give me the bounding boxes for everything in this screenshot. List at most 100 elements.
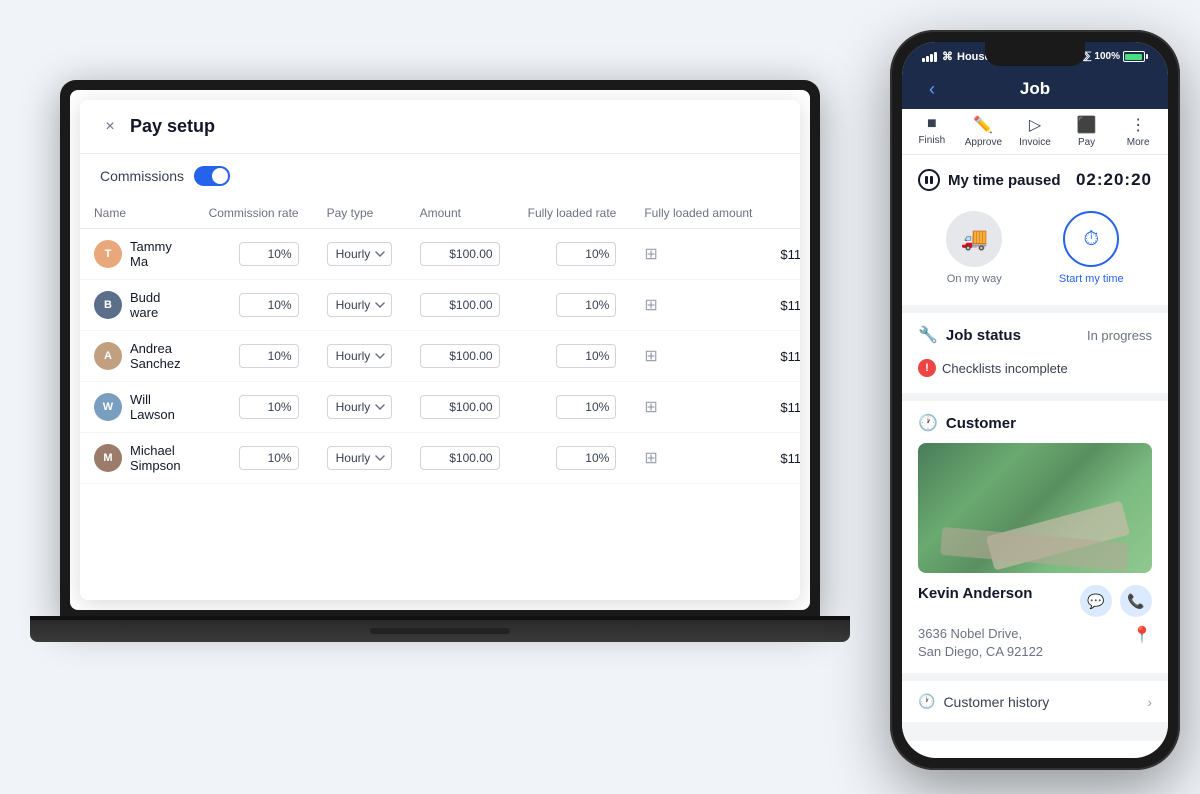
cell-grid-icon: ⊞ (630, 382, 766, 433)
col-amount: Amount (406, 198, 514, 229)
cell-pay-type: Hourly (313, 433, 406, 484)
pay-type-select[interactable]: Hourly (327, 344, 392, 368)
truck-icon: 🚚 (961, 226, 988, 252)
grid-icon[interactable]: ⊞ (644, 246, 657, 263)
cell-grid-icon: ⊞ (630, 331, 766, 382)
customer-map (918, 443, 1152, 573)
commission-rate-input[interactable] (239, 293, 299, 317)
grid-icon[interactable]: ⊞ (644, 297, 657, 314)
on-my-way-action[interactable]: 🚚 On my way (946, 211, 1002, 285)
fully-loaded-rate-input[interactable] (556, 446, 616, 470)
toolbar-approve[interactable]: ✏️ Approve (961, 115, 1005, 148)
pay-type-select[interactable]: Hourly (327, 446, 392, 470)
commission-rate-input[interactable] (239, 344, 299, 368)
table-container: Name Commission rate Pay type Amount Ful… (80, 198, 800, 484)
table-row: M Michael Simpson Hourly ⊞ $110.00 (80, 433, 800, 484)
amount-input[interactable] (420, 344, 500, 368)
pay-type-select[interactable]: Hourly (327, 395, 392, 419)
cell-fully-loaded-amount: $110.00 (766, 280, 800, 331)
pay-type-select[interactable]: Hourly (327, 242, 392, 266)
laptop: × Pay setup Commissions Name Commission … (30, 80, 850, 700)
table-row: WWill LawsonHourly⊞$110.00 (80, 382, 800, 433)
employee-name: Will Lawson (130, 392, 181, 422)
signal-bar-3 (930, 54, 933, 62)
on-my-way-label: On my way (947, 273, 1002, 285)
pay-type-select[interactable]: Hourly (327, 293, 392, 317)
address-line1: 3636 Nobel Drive, (918, 625, 1043, 643)
fully-loaded-rate-input[interactable] (556, 344, 616, 368)
table-row: BBudd ware Hourly ⊞ $110.00 (80, 280, 800, 331)
customer-icon: 🕐 (918, 413, 938, 433)
grid-icon[interactable]: ⊞ (644, 348, 657, 365)
cell-amount (406, 433, 514, 484)
customer-contact-actions: 💬 📞 (1080, 585, 1152, 617)
more-icon: ⋮ (1130, 115, 1146, 135)
wifi-icon: ⌘ (942, 50, 953, 63)
grid-icon[interactable]: ⊞ (644, 399, 657, 416)
battery-tip (1146, 54, 1148, 59)
job-status-section: 🔧 Job status In progress ! Checklists in… (902, 313, 1168, 393)
employee-name: Tammy Ma (130, 239, 181, 269)
timer-icon: ⏱ (1083, 228, 1099, 251)
pay-setup-modal: × Pay setup Commissions Name Commission … (80, 100, 800, 600)
start-my-time-label: Start my time (1059, 273, 1124, 285)
start-my-time-action[interactable]: ⏱ Start my time (1059, 211, 1124, 285)
commission-rate-input[interactable] (239, 395, 299, 419)
address-line2: San Diego, CA 92122 (918, 643, 1043, 661)
history-row: 🕐 Customer history › (918, 693, 1152, 710)
customer-name: Kevin Anderson (918, 585, 1032, 602)
col-fully-loaded-amount: Fully loaded amount (630, 198, 766, 229)
toolbar-more[interactable]: ⋮ More (1116, 115, 1160, 148)
toolbar-invoice[interactable]: ▷ Invoice (1013, 115, 1057, 148)
cell-amount (406, 229, 514, 280)
phone-content: My time paused 02:20:20 🚚 On my way (902, 155, 1168, 741)
job-status-value: In progress (1087, 328, 1152, 343)
cell-fully-loaded-rate (514, 280, 631, 331)
commissions-row: Commissions (80, 154, 800, 198)
cell-commission-rate (195, 382, 313, 433)
toolbar-finish[interactable]: ■ Finish (910, 115, 954, 148)
avatar: M (94, 444, 122, 472)
customer-section: 🕐 Customer Kevin Anderson 💬 📞 (902, 401, 1168, 673)
table-header-row: Name Commission rate Pay type Amount Ful… (80, 198, 800, 229)
cell-pay-type: Hourly (313, 382, 406, 433)
laptop-screen: × Pay setup Commissions Name Commission … (60, 80, 820, 620)
cell-amount (406, 331, 514, 382)
cell-pay-type: Hourly (313, 229, 406, 280)
grid-icon[interactable]: ⊞ (644, 450, 657, 467)
phone-frame: ⌘ Housecall Pro 9:41 AM ⅀ 100% (890, 30, 1180, 770)
finish-label: Finish (918, 135, 945, 146)
cell-name: AAndrea Sanchez (80, 331, 195, 382)
fully-loaded-rate-input[interactable] (556, 293, 616, 317)
phone: ⌘ Housecall Pro 9:41 AM ⅀ 100% (890, 30, 1180, 770)
cell-grid-icon: ⊞ (630, 280, 766, 331)
amount-input[interactable] (420, 446, 500, 470)
amount-input[interactable] (420, 242, 500, 266)
avatar: W (94, 393, 122, 421)
customer-address: 3636 Nobel Drive, San Diego, CA 92122 (918, 625, 1043, 661)
close-button[interactable]: × (100, 117, 120, 137)
commission-rate-input[interactable] (239, 242, 299, 266)
cell-amount (406, 280, 514, 331)
call-button[interactable]: 📞 (1120, 585, 1152, 617)
commissions-toggle[interactable] (194, 166, 230, 186)
battery-fill (1125, 54, 1142, 60)
pay-table-body: TTammy MaHourly⊞$110.00BBudd wareHourly⊞… (80, 229, 800, 484)
cell-name: BBudd ware (80, 280, 195, 331)
message-button[interactable]: 💬 (1080, 585, 1112, 617)
fully-loaded-rate-input[interactable] (556, 395, 616, 419)
approve-icon: ✏️ (973, 115, 993, 135)
phone-nav-title: Job (946, 79, 1124, 99)
employee-name: Michael Simpson (130, 443, 181, 473)
invoice-icon: ▷ (1029, 115, 1041, 135)
commission-rate-input[interactable] (239, 446, 299, 470)
amount-input[interactable] (420, 293, 500, 317)
back-button[interactable]: ‹ (918, 75, 946, 103)
amount-input[interactable] (420, 395, 500, 419)
pause-bar-1 (925, 176, 928, 184)
fully-loaded-rate-input[interactable] (556, 242, 616, 266)
cell-fully-loaded-amount: $110.00 (766, 433, 800, 484)
toolbar-pay[interactable]: ⬛ Pay (1065, 115, 1109, 148)
cell-commission-rate (195, 331, 313, 382)
customer-history-section[interactable]: 🕐 Customer history › (902, 681, 1168, 722)
